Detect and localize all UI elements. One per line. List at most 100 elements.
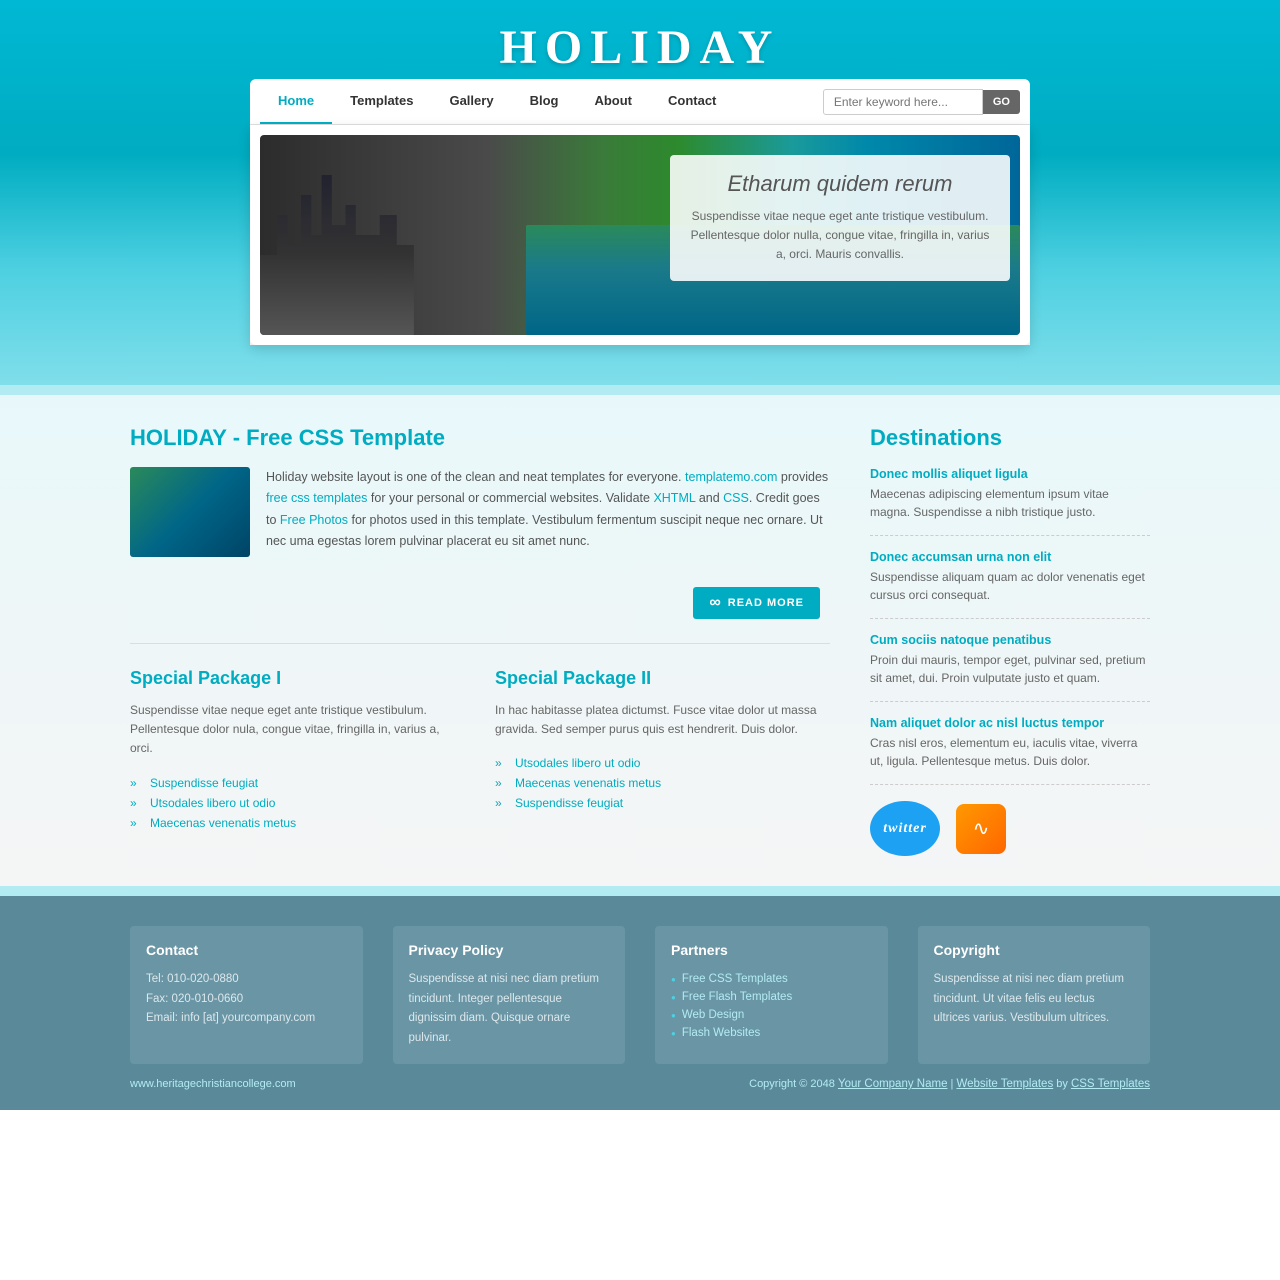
hero-heading: Etharum quidem rerum [690, 171, 990, 197]
nav-container: Home Templates Gallery Blog About Contac… [250, 79, 1030, 345]
twitter-icon[interactable]: twitter [870, 801, 940, 856]
package2-title: Special Package II [495, 668, 830, 689]
dest-item-4: Nam aliquet dolor ac nisl luctus tempor … [870, 716, 1150, 785]
packages-row: Special Package I Suspendisse vitae nequ… [130, 668, 830, 833]
footer-bottom: www.heritagechristiancollege.com Copyrig… [130, 1078, 1150, 1090]
footer-css-templates-link[interactable]: CSS Templates [1071, 1078, 1150, 1090]
package1-item-2: Utsodales libero ut odio [130, 793, 465, 813]
stripe-top [0, 385, 1280, 395]
dest-text-1: Maecenas adipiscing elementum ipsum vita… [870, 485, 1150, 521]
footer-partners-title: Partners [671, 942, 872, 958]
footer-link-css[interactable]: Free CSS Templates [682, 973, 788, 985]
middle-section: HOLIDAY - Free CSS Template Holiday webs… [0, 385, 1280, 896]
footer-copyright-line: Copyright © 2048 Your Company Name | Web… [749, 1078, 1150, 1090]
nav-bar: Home Templates Gallery Blog About Contac… [250, 79, 1030, 125]
top-section: HOLIDAY Home Templates Gallery Blog Abou… [0, 0, 1280, 385]
dest-link-2[interactable]: Donec accumsan urna non elit [870, 550, 1150, 564]
footer-grid: Contact Tel: 010-020-0880 Fax: 020-010-0… [130, 926, 1150, 1064]
nav-links: Home Templates Gallery Blog About Contac… [260, 79, 823, 124]
footer-website-templates-link[interactable]: Website Templates [956, 1078, 1053, 1090]
package2-text: In hac habitasse platea dictumst. Fusce … [495, 701, 830, 739]
hero-wrapper: Etharum quidem rerum Suspendisse vitae n… [250, 125, 1030, 345]
footer-copyright-col: Copyright Suspendisse at nisi nec diam p… [918, 926, 1151, 1064]
nav-gallery[interactable]: Gallery [431, 79, 511, 124]
package-1: Special Package I Suspendisse vitae nequ… [130, 668, 465, 833]
dest-item-1: Donec mollis aliquet ligula Maecenas adi… [870, 467, 1150, 536]
dest-text-3: Proin dui mauris, tempor eget, pulvinar … [870, 651, 1150, 687]
footer-link-flash-web[interactable]: Flash Websites [682, 1027, 760, 1039]
footer-link-1: Free CSS Templates [671, 970, 872, 988]
footer-by: by [1056, 1078, 1068, 1090]
dest-item-3: Cum sociis natoque penatibus Proin dui m… [870, 633, 1150, 702]
main-section-title: HOLIDAY - Free CSS Template [130, 425, 830, 451]
hero-body-text: Suspendisse vitae neque eget ante tristi… [690, 207, 990, 265]
site-title: HOLIDAY [0, 20, 1280, 75]
footer-links-list: Free CSS Templates Free Flash Templates … [671, 970, 872, 1042]
footer-email: Email: info [at] yourcompany.com [146, 1012, 315, 1024]
footer-sep1: | [951, 1078, 954, 1090]
search-input[interactable] [823, 89, 983, 115]
dest-link-3[interactable]: Cum sociis natoque penatibus [870, 633, 1150, 647]
free-css-link[interactable]: free css templates [266, 491, 367, 505]
nav-home[interactable]: Home [260, 79, 332, 124]
content-area: HOLIDAY - Free CSS Template Holiday webs… [130, 395, 1150, 886]
package2-item-2: Maecenas venenatis metus [495, 773, 830, 793]
nav-contact[interactable]: Contact [650, 79, 734, 124]
social-icons: twitter ∿ [870, 801, 1150, 856]
footer: Contact Tel: 010-020-0880 Fax: 020-010-0… [0, 896, 1280, 1110]
footer-tel: Tel: 010-020-0880 [146, 973, 239, 985]
dest-text-2: Suspendisse aliquam quam ac dolor venena… [870, 568, 1150, 604]
read-more-label: READ MORE [728, 597, 804, 609]
stripe-bottom [0, 886, 1280, 896]
rss-symbol: ∿ [973, 816, 990, 841]
footer-privacy-text: Suspendisse at nisi nec diam pretium tin… [409, 970, 610, 1048]
dest-link-4[interactable]: Nam aliquet dolor ac nisl luctus tempor [870, 716, 1150, 730]
divider [130, 643, 830, 644]
free-photos-link[interactable]: Free Photos [280, 513, 348, 527]
footer-contact: Contact Tel: 010-020-0880 Fax: 020-010-0… [130, 926, 363, 1064]
package-2: Special Package II In hac habitasse plat… [495, 668, 830, 833]
footer-link-3: Web Design [671, 1006, 872, 1024]
templatemo-link[interactable]: templatemo.com [685, 470, 777, 484]
intro-image [130, 467, 250, 557]
read-more-button[interactable]: ∞ READ MORE [693, 587, 820, 619]
package1-text: Suspendisse vitae neque eget ante tristi… [130, 701, 465, 759]
hero-image: Etharum quidem rerum Suspendisse vitae n… [260, 135, 1020, 335]
package1-item-1: Suspendisse feugiat [130, 773, 465, 793]
footer-company-link[interactable]: Your Company Name [838, 1078, 948, 1090]
footer-copyright-text: Suspendisse at nisi nec diam pretium tin… [934, 970, 1135, 1029]
nav-search: GO [823, 89, 1020, 115]
dest-item-2: Donec accumsan urna non elit Suspendisse… [870, 550, 1150, 619]
sidebar: Destinations Donec mollis aliquet ligula… [870, 425, 1150, 856]
footer-link-2: Free Flash Templates [671, 988, 872, 1006]
footer-partners: Partners Free CSS Templates Free Flash T… [655, 926, 888, 1064]
footer-link-flash[interactable]: Free Flash Templates [682, 991, 792, 1003]
main-content: HOLIDAY - Free CSS Template Holiday webs… [130, 425, 830, 856]
package1-title: Special Package I [130, 668, 465, 689]
intro-text: Holiday website layout is one of the cle… [266, 467, 830, 557]
package2-list: Utsodales libero ut odio Maecenas venena… [495, 753, 830, 813]
footer-privacy: Privacy Policy Suspendisse at nisi nec d… [393, 926, 626, 1064]
sidebar-title: Destinations [870, 425, 1150, 451]
nav-templates[interactable]: Templates [332, 79, 431, 124]
footer-copyright-title: Copyright [934, 942, 1135, 958]
footer-website: www.heritagechristiancollege.com [130, 1078, 296, 1090]
css-link[interactable]: CSS [723, 491, 749, 505]
read-more-icon: ∞ [709, 594, 721, 612]
footer-contact-title: Contact [146, 942, 347, 958]
hero-text-box: Etharum quidem rerum Suspendisse vitae n… [670, 155, 1010, 281]
search-button[interactable]: GO [983, 90, 1020, 114]
footer-copyright-year: Copyright © 2048 [749, 1078, 835, 1090]
footer-link-web[interactable]: Web Design [682, 1009, 744, 1021]
package2-item-3: Suspendisse feugiat [495, 793, 830, 813]
nav-blog[interactable]: Blog [512, 79, 577, 124]
rss-icon[interactable]: ∿ [956, 804, 1006, 854]
footer-fax: Fax: 020-010-0660 [146, 993, 243, 1005]
twitter-label: twitter [883, 821, 927, 837]
xhtml-link[interactable]: XHTML [653, 491, 695, 505]
package1-item-3: Maecenas venenatis metus [130, 813, 465, 833]
nav-about[interactable]: About [576, 79, 650, 124]
intro-block: Holiday website layout is one of the cle… [130, 467, 830, 557]
dest-link-1[interactable]: Donec mollis aliquet ligula [870, 467, 1150, 481]
package1-list: Suspendisse feugiat Utsodales libero ut … [130, 773, 465, 833]
